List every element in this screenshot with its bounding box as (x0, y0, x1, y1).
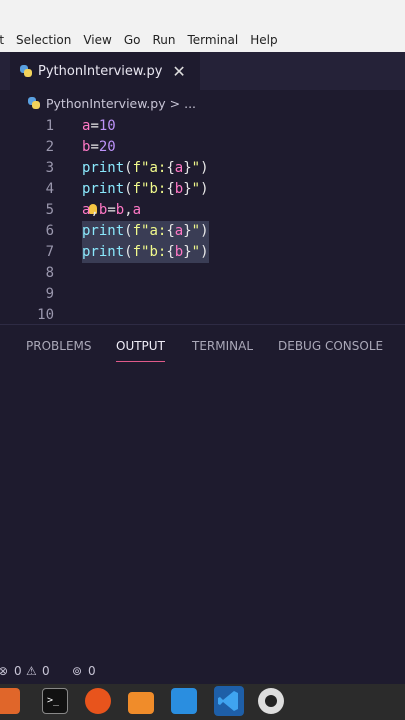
folder-icon[interactable] (128, 692, 154, 714)
code-text: print(f"a:{a}") (82, 160, 209, 176)
code-text: a=10 (82, 118, 116, 134)
code-text: b=20 (82, 139, 116, 155)
tab-problems[interactable]: PROBLEMS (26, 339, 92, 353)
menu-help[interactable]: Help (250, 33, 277, 47)
menu-view[interactable]: View (83, 33, 111, 47)
line-number: 7 (45, 244, 54, 260)
code-text: print(f"a:{a}") (82, 221, 209, 242)
code-text: print(f"b:{b}") (82, 242, 209, 263)
chevron-right-icon: > (169, 95, 181, 111)
terminal-icon[interactable]: >_ (42, 688, 68, 714)
line-number: 10 (37, 307, 54, 323)
menu-selection[interactable]: Selection (16, 33, 71, 47)
menu-edit[interactable]: it (0, 33, 4, 47)
menu-bar: it Selection View Go Run Terminal Help (0, 28, 405, 52)
os-taskbar: >_ (0, 684, 405, 720)
code-editor[interactable]: 1 a=10 2 b=20 3 print(f"a:{a}") 4 print(… (0, 116, 405, 324)
bottom-panel: PROBLEMS OUTPUT TERMINAL DEBUG CONSOLE (0, 324, 405, 661)
tab-output[interactable]: OUTPUT (116, 339, 165, 362)
editor-icon[interactable] (171, 688, 197, 714)
breadcrumb: PythonInterview.py > ... (28, 93, 196, 113)
warning-icon[interactable]: ⚠ (26, 664, 37, 678)
code-line: 10 (0, 305, 405, 324)
broadcast-icon[interactable]: ⊚ (72, 664, 82, 678)
tab-python-interview[interactable]: PythonInterview.py ✕ (10, 52, 200, 90)
files-icon[interactable] (0, 688, 20, 714)
breadcrumb-more[interactable]: ... (184, 96, 196, 111)
code-line: 8 (0, 263, 405, 284)
line-number: 4 (45, 181, 54, 197)
line-number: 9 (45, 286, 54, 302)
warning-count[interactable]: 0 (42, 664, 50, 678)
editor-tab-bar: PythonInterview.py ✕ (0, 52, 405, 90)
line-number: 3 (45, 160, 54, 176)
tab-terminal[interactable]: TERMINAL (192, 339, 253, 353)
menu-go[interactable]: Go (124, 33, 141, 47)
code-line: 7 print(f"b:{b}") (0, 242, 405, 263)
line-number: 6 (45, 223, 54, 239)
menu-terminal[interactable]: Terminal (188, 33, 239, 47)
error-count[interactable]: 0 (14, 664, 22, 678)
status-bar: ⊗ 0 ⚠ 0 ⊚ 0 (0, 660, 405, 684)
close-icon[interactable]: ✕ (172, 62, 185, 81)
breadcrumb-file[interactable]: PythonInterview.py (46, 96, 166, 111)
code-line: 1 a=10 (0, 116, 405, 137)
ports-count[interactable]: 0 (88, 664, 96, 678)
tab-debug-console[interactable]: DEBUG CONSOLE (278, 339, 383, 353)
menu-run[interactable]: Run (152, 33, 175, 47)
firefox-icon[interactable] (85, 688, 111, 714)
line-number: 5 (45, 202, 54, 218)
code-line: 5 a,b=b,a (0, 200, 405, 221)
window-top-bar (0, 0, 405, 28)
code-line: 6 print(f"a:{a}") (0, 221, 405, 242)
code-line: 4 print(f"b:{b}") (0, 179, 405, 200)
panel-tabs: PROBLEMS OUTPUT TERMINAL DEBUG CONSOLE (0, 339, 405, 369)
code-line: 3 print(f"a:{a}") (0, 158, 405, 179)
vscode-icon[interactable] (214, 686, 244, 716)
code-text: a,b=b,a (82, 202, 142, 218)
line-number: 2 (45, 139, 54, 155)
code-text: print(f"b:{b}") (82, 181, 209, 197)
camera-icon[interactable] (258, 688, 284, 714)
tab-label: PythonInterview.py (38, 63, 163, 79)
python-file-icon (20, 65, 32, 77)
error-icon[interactable]: ⊗ (0, 664, 8, 678)
line-number: 1 (45, 118, 54, 134)
code-line: 9 (0, 284, 405, 305)
line-number: 8 (45, 265, 54, 281)
python-file-icon (28, 97, 40, 109)
code-line: 2 b=20 (0, 137, 405, 158)
